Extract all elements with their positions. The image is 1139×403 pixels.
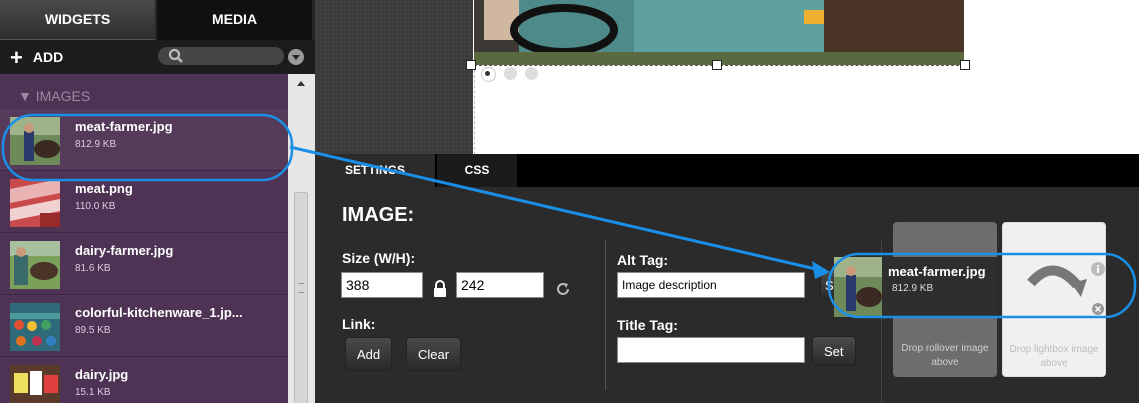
curved-arrow-icon bbox=[1027, 265, 1087, 297]
alt-tag-input[interactable] bbox=[617, 272, 805, 298]
title-tag-label: Title Tag: bbox=[617, 317, 678, 333]
item-name: dairy-farmer.jpg bbox=[75, 243, 174, 258]
guide-line bbox=[474, 70, 475, 160]
panel-tabs: WIDGETS MEDIA bbox=[0, 0, 315, 40]
slide-dot[interactable] bbox=[525, 67, 538, 80]
item-name: meat.png bbox=[75, 181, 133, 196]
media-list-scrollbar[interactable] bbox=[288, 74, 315, 403]
scroll-up-icon[interactable] bbox=[294, 78, 308, 88]
slide-dot-active[interactable] bbox=[481, 67, 496, 82]
media-panel: WIDGETS MEDIA + ADD ▼ IMAGES meat-farmer.… bbox=[0, 0, 315, 403]
height-input[interactable] bbox=[456, 272, 544, 298]
clear-link-button[interactable]: Clear bbox=[406, 337, 462, 371]
size-label: Size (W/H): bbox=[342, 250, 416, 266]
divider bbox=[605, 240, 606, 390]
list-item[interactable]: colorful-kitchenware_1.jp... 89.5 KB bbox=[0, 295, 288, 357]
list-item[interactable]: meat-farmer.jpg 812.9 KB bbox=[0, 109, 288, 171]
thumbnail-image bbox=[10, 117, 60, 165]
properties-tabs: SETTINGS CSS bbox=[315, 154, 1139, 187]
info-icon[interactable] bbox=[1091, 262, 1105, 276]
resize-handle[interactable] bbox=[960, 60, 970, 70]
item-size: 812.9 KB bbox=[75, 139, 117, 150]
drag-preview-name: meat-farmer.jpg bbox=[888, 264, 986, 279]
slide-dot[interactable] bbox=[504, 67, 517, 80]
properties-panel: SETTINGS CSS IMAGE: Size (W/H): Link: Ad… bbox=[315, 154, 1139, 403]
list-item[interactable]: dairy.jpg 15.1 KB bbox=[0, 357, 288, 403]
title-tag-set-button[interactable]: Set bbox=[812, 336, 856, 366]
resize-handle[interactable] bbox=[712, 60, 722, 70]
drag-preview-thumbnail bbox=[834, 257, 882, 317]
grip-icon bbox=[298, 283, 304, 293]
thumbnail-image bbox=[10, 365, 60, 403]
item-name: colorful-kitchenware_1.jp... bbox=[75, 305, 243, 320]
images-section-heading[interactable]: ▼ IMAGES bbox=[18, 88, 90, 104]
list-item[interactable]: dairy-farmer.jpg 81.6 KB bbox=[0, 233, 288, 295]
drag-preview-size: 812.9 KB bbox=[892, 283, 934, 294]
selected-image-widget[interactable] bbox=[474, 0, 964, 66]
add-label: ADD bbox=[32, 49, 64, 65]
reset-size-icon[interactable] bbox=[555, 281, 571, 297]
tab-css[interactable]: CSS bbox=[437, 154, 517, 187]
drop-rollover-text: Drop rollover image above bbox=[901, 343, 989, 368]
item-size: 81.6 KB bbox=[75, 263, 111, 274]
list-item[interactable]: meat.png 110.0 KB bbox=[0, 171, 288, 233]
lightbox-drop-zone[interactable]: Drop lightbox image above bbox=[1002, 222, 1106, 377]
item-size: 15.1 KB bbox=[75, 387, 111, 398]
link-label: Link: bbox=[342, 316, 376, 332]
scrollbar-thumb[interactable] bbox=[294, 192, 308, 403]
width-input[interactable] bbox=[341, 272, 423, 298]
panel-title: IMAGE: bbox=[342, 204, 415, 226]
thumbnail-image bbox=[10, 303, 60, 351]
tab-settings[interactable]: SETTINGS bbox=[315, 154, 435, 187]
filter-dropdown-icon[interactable] bbox=[288, 49, 304, 65]
alt-tag-label: Alt Tag: bbox=[617, 252, 669, 268]
item-size: 110.0 KB bbox=[75, 201, 116, 212]
thumbnail-image bbox=[10, 241, 60, 289]
close-icon[interactable] bbox=[1092, 303, 1104, 315]
drop-lightbox-text: Drop lightbox image above bbox=[1009, 344, 1099, 369]
search-icon bbox=[168, 48, 183, 63]
item-size: 89.5 KB bbox=[75, 325, 111, 336]
media-toolbar: + ADD bbox=[0, 40, 315, 74]
title-tag-input[interactable] bbox=[617, 337, 805, 363]
resize-handle[interactable] bbox=[466, 60, 476, 70]
tab-media[interactable]: MEDIA bbox=[157, 0, 312, 40]
add-link-button[interactable]: Add bbox=[345, 337, 393, 371]
item-name: dairy.jpg bbox=[75, 367, 129, 382]
lock-icon[interactable] bbox=[432, 280, 448, 298]
media-list: ▼ IMAGES meat-farmer.jpg 812.9 KB meat.p… bbox=[0, 74, 288, 403]
drag-preview: meat-farmer.jpg 812.9 KB bbox=[834, 257, 998, 317]
thumbnail-image bbox=[10, 179, 60, 227]
item-name: meat-farmer.jpg bbox=[75, 119, 173, 134]
tab-widgets[interactable]: WIDGETS bbox=[0, 0, 155, 40]
plus-icon: + bbox=[10, 45, 23, 70]
add-media-button[interactable]: + ADD bbox=[10, 40, 63, 74]
